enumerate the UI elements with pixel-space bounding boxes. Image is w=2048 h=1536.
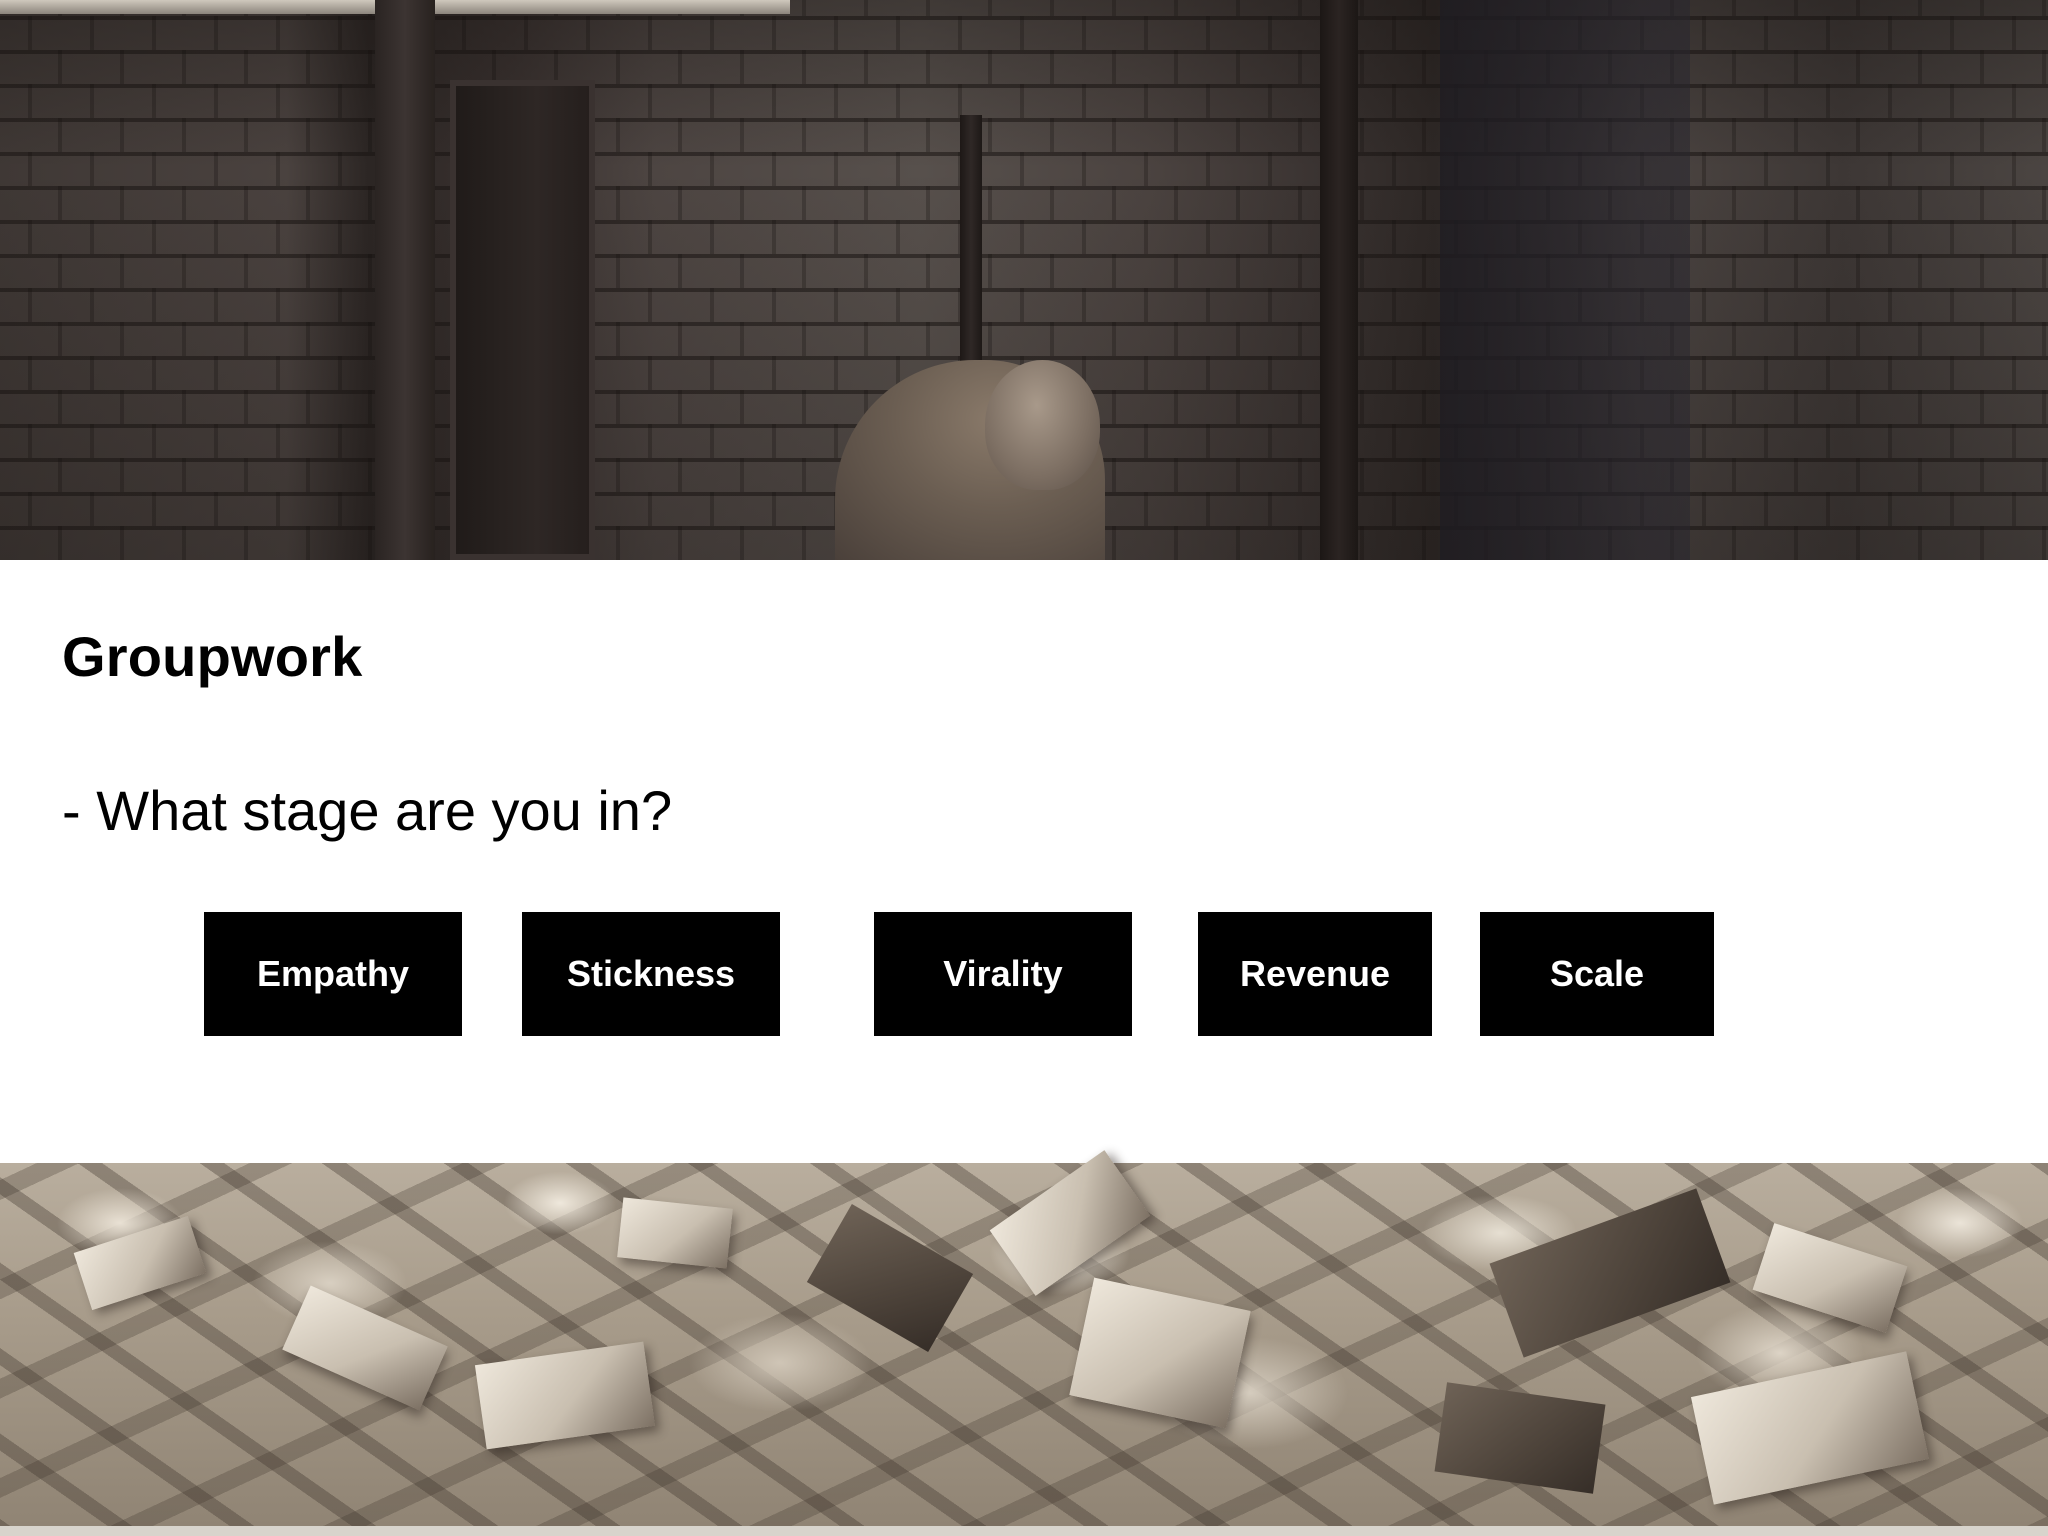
rubble-brick-dark — [1489, 1188, 1731, 1358]
rubble-brick-dark — [806, 1204, 974, 1352]
stage-question: - What stage are you in? — [62, 779, 673, 842]
virality-button-label: Virality — [943, 953, 1063, 994]
rubble-brick — [1690, 1351, 1930, 1505]
slide: Groupwork - What stage are you in? Empat… — [0, 0, 2048, 1536]
wall-post — [1320, 0, 1358, 560]
rubble-brick — [617, 1197, 733, 1269]
wall-shadow — [1440, 0, 1690, 560]
revenue-button[interactable]: Revenue — [1198, 912, 1432, 1036]
rubble-brick — [282, 1285, 448, 1411]
rubble-brick — [1752, 1223, 1908, 1333]
empathy-button-label: Empathy — [256, 953, 410, 994]
stickness-button-label: Stickness — [566, 953, 736, 994]
rubble-brick — [989, 1150, 1151, 1296]
footer-photo-rubble — [0, 1150, 2048, 1536]
revenue-button-label: Revenue — [1239, 953, 1391, 994]
header-photo-brick-wall — [0, 0, 2048, 560]
rubble-brick — [474, 1341, 656, 1450]
doorway — [450, 80, 595, 560]
empathy-button[interactable]: Empathy — [204, 912, 462, 1036]
person-head — [985, 360, 1100, 490]
rubble-brick — [1069, 1277, 1251, 1429]
scale-button-label: Scale — [1549, 953, 1645, 994]
scale-button[interactable]: Scale — [1480, 912, 1714, 1036]
stickness-button[interactable]: Stickness — [522, 912, 780, 1036]
virality-button[interactable]: Virality — [874, 912, 1132, 1036]
rubble-brick-dark — [1434, 1382, 1606, 1494]
slide-title: Groupwork — [62, 625, 363, 688]
rubble-brick — [73, 1215, 207, 1311]
wall-pillar — [375, 0, 435, 560]
photo-edge — [0, 1526, 2048, 1536]
